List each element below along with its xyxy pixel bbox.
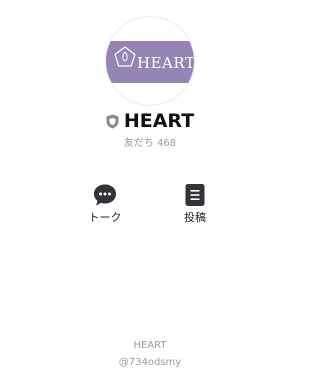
post-document-icon: [185, 184, 205, 206]
post-button[interactable]: 投稿: [165, 183, 225, 225]
shield-badge-icon: [106, 114, 119, 128]
footer-account-name: HEART: [133, 340, 167, 351]
profile-avatar[interactable]: HEART: [105, 16, 195, 106]
talk-button[interactable]: トーク: [75, 183, 135, 225]
account-name: HEART: [123, 110, 195, 132]
talk-label: トーク: [88, 211, 122, 224]
pentagon-logo-icon: [114, 46, 136, 67]
avatar-text: HEART: [137, 54, 195, 72]
friends-count: 友だち 468: [123, 138, 177, 149]
footer-line-id: @734odsmy: [118, 357, 182, 368]
profile-name-row: HEART: [0, 110, 300, 132]
post-label: 投稿: [184, 211, 206, 224]
chat-bubble-icon: [94, 184, 116, 206]
